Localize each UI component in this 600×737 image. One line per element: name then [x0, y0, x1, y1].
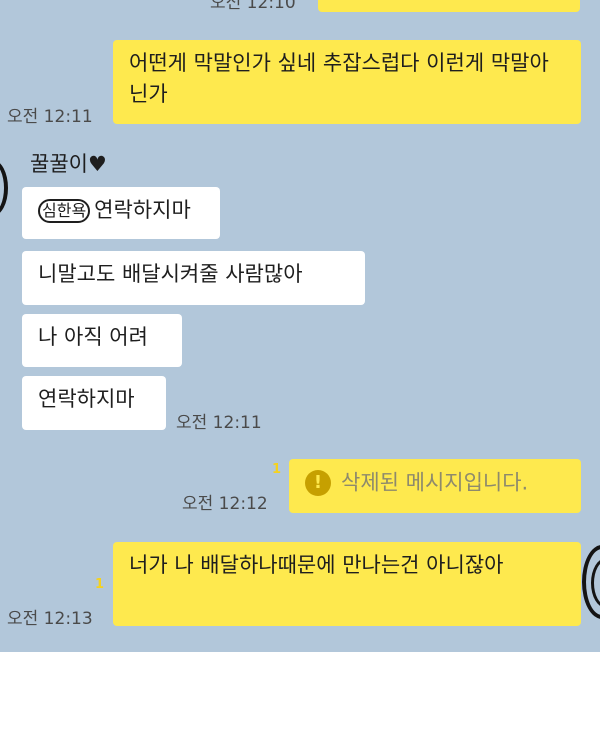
- unread-count: 1: [272, 462, 282, 477]
- message-bubble-mine[interactable]: 어떤게 막말인가 싶네 추잡스럽다 이런게 막말아닌가: [113, 40, 581, 124]
- chat-area[interactable]: 오전 12:10 어떤게 막말인가 싶네 추잡스럽다 이런게 막말아닌가 오전 …: [0, 0, 600, 652]
- message-text: 연락하지마: [94, 198, 191, 222]
- message-bubble-other[interactable]: 심한욕 연락하지마: [22, 187, 220, 239]
- deleted-message-bubble[interactable]: ! 삭제된 메시지입니다.: [289, 459, 581, 513]
- sender-name: 꿀꿀이♥: [30, 152, 107, 176]
- emoticon-stamp: 심한욕: [38, 199, 91, 223]
- message-text: 어떤게 막말인가 싶네 추잡스럽다 이런게 막말아닌가: [129, 51, 549, 106]
- message-bubble-other[interactable]: 나 아직 어려: [22, 314, 182, 367]
- message-text: 연락하지마: [38, 387, 135, 411]
- message-text: 삭제된 메시지입니다.: [341, 470, 529, 495]
- message-timestamp: 오전 12:12: [182, 494, 268, 514]
- avatar[interactable]: [0, 160, 8, 216]
- partial-message-bubble[interactable]: [318, 0, 580, 12]
- message-text: 너가 나 배달하나때문에 만나는건 아니잖아: [129, 553, 504, 577]
- message-bubble-other[interactable]: 니말고도 배달시켜줄 사람많아: [22, 251, 365, 305]
- message-bubble-other[interactable]: 연락하지마: [22, 376, 166, 430]
- partial-timestamp: 오전 12:10: [210, 0, 296, 13]
- message-timestamp: 오전 12:11: [176, 413, 262, 433]
- message-timestamp: 오전 12:13: [7, 609, 93, 629]
- message-bubble-mine[interactable]: 너가 나 배달하나때문에 만나는건 아니잖아: [113, 542, 581, 626]
- message-text: 나 아직 어려: [38, 325, 148, 349]
- unread-count: 1: [95, 577, 105, 592]
- message-text: 니말고도 배달시켜줄 사람많아: [38, 262, 303, 286]
- message-timestamp: 오전 12:11: [7, 107, 93, 127]
- warning-icon: !: [305, 470, 331, 496]
